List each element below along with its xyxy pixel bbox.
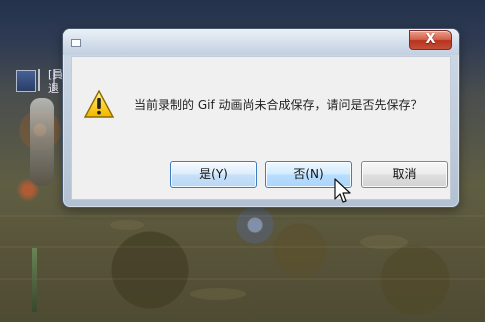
cancel-button[interactable]: 取消 [361, 161, 448, 188]
background-band [0, 215, 485, 217]
window-icon [71, 39, 81, 47]
game-hud-box [16, 70, 36, 92]
background-band [0, 246, 485, 248]
hud-tag-2: 退 [48, 82, 59, 95]
yes-button[interactable]: 是(Y) [170, 161, 257, 188]
background-stone [190, 288, 246, 300]
background-stone [110, 220, 144, 230]
background-pole [32, 248, 37, 312]
background-band [0, 278, 485, 280]
dialog-title-bar: X [63, 29, 459, 55]
game-character [30, 98, 54, 186]
background-stone [360, 235, 408, 249]
dialog-message: 当前录制的 Gif 动画尚未合成保存，请问是否先保存？ [134, 98, 423, 112]
cursor-icon [334, 178, 351, 203]
game-screen: [員 退 X 当前录制的 Gif 动画尚未合成保存，请问是否先保存？ 是(Y) [0, 0, 485, 322]
close-icon: X [425, 32, 436, 47]
warning-icon [84, 90, 114, 118]
close-button[interactable]: X [409, 30, 452, 50]
